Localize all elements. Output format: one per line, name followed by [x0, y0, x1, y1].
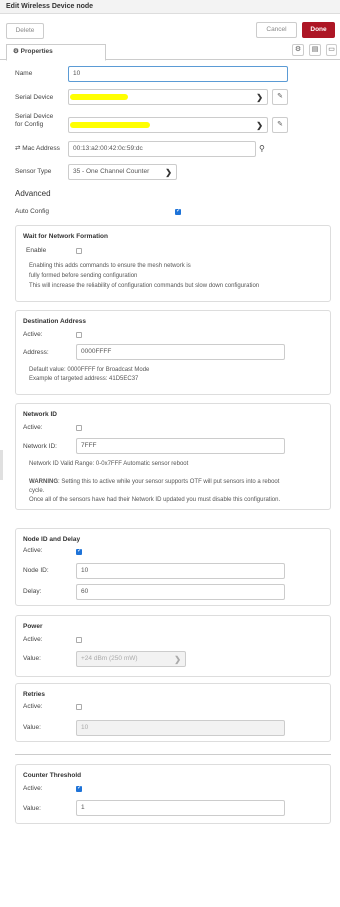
enable-label: Enable — [26, 247, 47, 254]
active-checkbox[interactable] — [76, 547, 82, 555]
help-text: fully formed before sending configuratio… — [29, 273, 138, 279]
active-checkbox[interactable] — [76, 704, 82, 710]
appearance-icon[interactable]: ▭ — [326, 44, 337, 56]
active-label: Active: — [23, 636, 43, 643]
node-id-input[interactable]: 10 — [76, 563, 285, 579]
chevron-down-icon: ❯ — [256, 121, 263, 130]
delay-label: Delay: — [23, 588, 42, 595]
retries-panel: Retries Active: Value: 10 — [15, 683, 331, 742]
panel-title: Counter Threshold — [23, 772, 82, 779]
dialog-title: Edit Wireless Device node — [0, 0, 340, 14]
tab-properties[interactable]: ⚙ Properties — [6, 44, 106, 61]
warning-text: WARNING: Setting this to active while yo… — [29, 478, 279, 487]
name-label: Name — [15, 70, 33, 77]
advanced-heading: Advanced — [15, 189, 51, 198]
chevron-down-icon: ❯ — [174, 655, 181, 664]
serial-device-config-label-1: Serial Device — [15, 113, 54, 120]
sensor-type-label: Sensor Type — [15, 168, 52, 175]
network-id-input[interactable]: 7FFF — [76, 438, 285, 454]
warning-body: : Setting this to active while your sens… — [58, 479, 280, 485]
network-id-panel: Network ID Active: Network ID: 7FFF Netw… — [15, 403, 331, 510]
active-label: Active: — [23, 424, 43, 431]
cancel-button[interactable]: Cancel — [256, 22, 297, 38]
value-label: Value: — [23, 805, 41, 812]
wait-network-panel: Wait for Network Formation Enable Enabli… — [15, 225, 331, 302]
delete-button[interactable]: Delete — [6, 23, 44, 39]
warning-bold: WARNING — [29, 479, 58, 485]
active-label: Active: — [23, 331, 43, 338]
help-text: Enabling this adds commands to ensure th… — [29, 263, 191, 269]
warning-text: Once all of the sensors have had their N… — [29, 497, 281, 503]
retries-input[interactable]: 10 — [76, 720, 285, 736]
mac-address-input[interactable]: 00:13:a2:00:42:0c:59:dc — [68, 141, 256, 157]
panel-title: Node ID and Delay — [23, 536, 81, 543]
name-input[interactable]: 10 — [68, 66, 288, 82]
help-text: This will increase the reliability of co… — [29, 283, 260, 289]
warning-text: cycle. — [29, 488, 45, 494]
destination-address-panel: Destination Address Active: Address: 000… — [15, 310, 331, 395]
help-text: Network ID Valid Range: 0-0x7FFF Automat… — [29, 461, 189, 467]
address-input[interactable]: 0000FFFF — [76, 344, 285, 360]
enable-checkbox[interactable] — [76, 248, 82, 254]
active-checkbox[interactable] — [76, 425, 82, 431]
shuffle-icon: ⇄ — [15, 145, 21, 152]
gear-icon: ⚙ — [13, 48, 19, 55]
sensor-type-value: 35 - One Channel Counter — [73, 168, 150, 175]
gear-icon[interactable]: ⚙ — [292, 44, 304, 56]
redaction-mark — [70, 94, 128, 100]
network-id-label: Network ID: — [23, 443, 57, 450]
active-label: Active: — [23, 785, 43, 792]
auto-config-checkbox[interactable] — [175, 207, 181, 215]
edit-pencil-icon[interactable]: ✎ — [272, 89, 288, 105]
done-button[interactable]: Done — [302, 22, 335, 38]
active-label: Active: — [23, 547, 43, 554]
power-panel: Power Active: Value: +24 dBm (250 mW) ❯ — [15, 615, 331, 677]
active-checkbox[interactable] — [76, 784, 82, 792]
help-text: Example of targeted address: 41D5EC37 — [29, 376, 139, 382]
power-select[interactable]: +24 dBm (250 mW) ❯ — [76, 651, 186, 667]
panel-title: Network ID — [23, 411, 57, 418]
power-value: +24 dBm (250 mW) — [81, 655, 138, 662]
mac-address-label-text: Mac Address — [22, 145, 60, 152]
active-checkbox[interactable] — [76, 332, 82, 338]
node-id-panel: Node ID and Delay Active: Node ID: 10 De… — [15, 528, 331, 606]
panel-title: Destination Address — [23, 318, 86, 325]
active-label: Active: — [23, 703, 43, 710]
help-text: Default value: 0000FFFF for Broadcast Mo… — [29, 367, 150, 373]
node-id-label: Node ID: — [23, 567, 49, 574]
resize-handle[interactable] — [0, 450, 3, 480]
serial-device-config-label-2: for Config — [15, 121, 44, 128]
chevron-down-icon: ❯ — [165, 168, 172, 177]
value-label: Value: — [23, 724, 41, 731]
edit-pencil-icon[interactable]: ✎ — [272, 117, 288, 133]
address-label: Address: — [23, 349, 49, 356]
counter-threshold-panel: Counter Threshold Active: Value: 1 — [15, 764, 331, 824]
panel-title: Wait for Network Formation — [23, 233, 108, 240]
delay-input[interactable]: 60 — [76, 584, 285, 600]
search-icon[interactable]: ⚲ — [259, 145, 265, 153]
auto-config-label: Auto Config — [15, 208, 49, 215]
chevron-down-icon: ❯ — [256, 93, 263, 102]
mac-address-label: ⇄ Mac Address — [15, 145, 60, 153]
panel-title: Power — [23, 623, 43, 630]
sensor-type-select[interactable]: 35 - One Channel Counter ❯ — [68, 164, 177, 180]
redaction-mark — [70, 122, 150, 128]
tab-bar: ⚙ Properties ⚙ ▤ ▭ — [0, 44, 340, 61]
dialog-toolbar: Delete Cancel Done — [0, 14, 340, 44]
value-label: Value: — [23, 655, 41, 662]
active-checkbox[interactable] — [76, 637, 82, 643]
tab-properties-label: Properties — [20, 48, 53, 55]
serial-device-label: Serial Device — [15, 94, 54, 101]
divider — [15, 754, 331, 755]
counter-threshold-input[interactable]: 1 — [76, 800, 285, 816]
panel-title: Retries — [23, 691, 46, 698]
description-icon[interactable]: ▤ — [309, 44, 321, 56]
